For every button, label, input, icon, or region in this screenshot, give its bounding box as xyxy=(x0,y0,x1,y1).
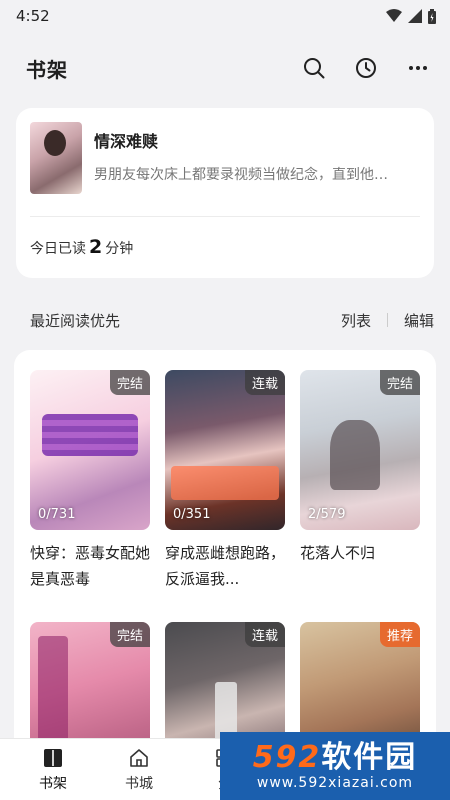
book-item[interactable]: 完结 2/579 花落人不归 xyxy=(300,370,420,592)
nav-bookstore[interactable]: 书城 xyxy=(96,739,182,800)
recent-book-cover[interactable] xyxy=(30,122,82,194)
wifi-icon xyxy=(386,9,402,22)
status-bar: 4:52 xyxy=(0,0,450,32)
book-cover[interactable]: 完结 2/579 xyxy=(300,370,420,530)
book-title: 花落人不归 xyxy=(300,544,376,562)
signal-icon xyxy=(408,9,422,23)
watermark-url: www.592xiazai.com xyxy=(256,775,414,791)
book-cover[interactable]: 完结 0/731 xyxy=(30,370,150,530)
status-badge: 完结 xyxy=(379,370,420,395)
divider xyxy=(30,216,420,217)
section-header: 最近阅读优先 列表 编辑 xyxy=(0,308,450,332)
today-read-unit: 分钟 xyxy=(105,241,134,257)
watermark-logo: 592软件园 www.592xiazai.com xyxy=(220,732,450,800)
read-progress: 0/351 xyxy=(173,507,211,522)
more-icon[interactable] xyxy=(404,54,432,82)
watermark-number: 592 xyxy=(252,740,322,775)
book-grid-card: 完结 0/731 快穿：恶毒女配她是真恶毒 连载 0/351 穿成恶雌想跑路，反… xyxy=(14,350,436,782)
list-view-button[interactable]: 列表 xyxy=(341,310,371,331)
section-actions: 列表 编辑 xyxy=(341,310,434,331)
section-title[interactable]: 最近阅读优先 xyxy=(30,310,120,331)
book-item[interactable]: 连载 0/351 穿成恶雌想跑路，反派逼我... xyxy=(165,370,285,592)
status-badge: 完结 xyxy=(109,622,150,647)
watermark-main: 592软件园 xyxy=(253,741,418,775)
status-badge: 推荐 xyxy=(379,622,420,647)
status-time: 4:52 xyxy=(16,7,50,25)
today-read-minutes: 2 xyxy=(89,236,103,258)
status-badge: 完结 xyxy=(109,370,150,395)
nav-label: 书架 xyxy=(39,775,67,792)
bookshelf-icon xyxy=(44,748,62,767)
edit-button[interactable]: 编辑 xyxy=(404,310,434,331)
recent-book-desc: 男朋友每次床上都要录视频当做纪念，直到他的... xyxy=(94,167,394,183)
nav-label: 书城 xyxy=(125,775,153,792)
nav-bookshelf[interactable]: 书架 xyxy=(10,739,96,800)
book-item[interactable]: 完结 0/731 快穿：恶毒女配她是真恶毒 xyxy=(30,370,150,592)
today-read-stat: 今日已读 2 分钟 xyxy=(30,236,133,258)
book-cover[interactable]: 连载 0/351 xyxy=(165,370,285,530)
recent-reading-card[interactable]: 情深难赎 男朋友每次床上都要录视频当做纪念，直到他的... 今日已读 2 分钟 xyxy=(16,108,434,278)
status-icons xyxy=(386,8,436,24)
read-progress: 2/579 xyxy=(308,507,346,522)
battery-icon xyxy=(428,8,436,24)
top-actions xyxy=(300,54,432,82)
status-badge: 连载 xyxy=(244,622,285,647)
recent-book-title: 情深难赎 xyxy=(94,132,159,151)
top-bar: 书架 xyxy=(0,40,450,96)
search-icon[interactable] xyxy=(300,54,328,82)
status-badge: 连载 xyxy=(244,370,285,395)
recent-book-row[interactable]: 情深难赎 男朋友每次床上都要录视频当做纪念，直到他的... xyxy=(30,122,420,194)
page-title: 书架 xyxy=(26,57,68,82)
read-progress: 0/731 xyxy=(38,507,76,522)
home-icon xyxy=(130,748,148,767)
history-clock-icon[interactable] xyxy=(352,54,380,82)
recent-book-info: 情深难赎 男朋友每次床上都要录视频当做纪念，直到他的... xyxy=(94,122,394,194)
today-read-prefix: 今日已读 xyxy=(30,241,86,257)
watermark-text: 软件园 xyxy=(321,740,418,775)
book-title: 快穿：恶毒女配她是真恶毒 xyxy=(30,544,150,588)
book-title: 穿成恶雌想跑路，反派逼我... xyxy=(165,544,285,588)
book-grid: 完结 0/731 快穿：恶毒女配她是真恶毒 连载 0/351 穿成恶雌想跑路，反… xyxy=(30,370,420,782)
section-separator xyxy=(386,313,388,327)
